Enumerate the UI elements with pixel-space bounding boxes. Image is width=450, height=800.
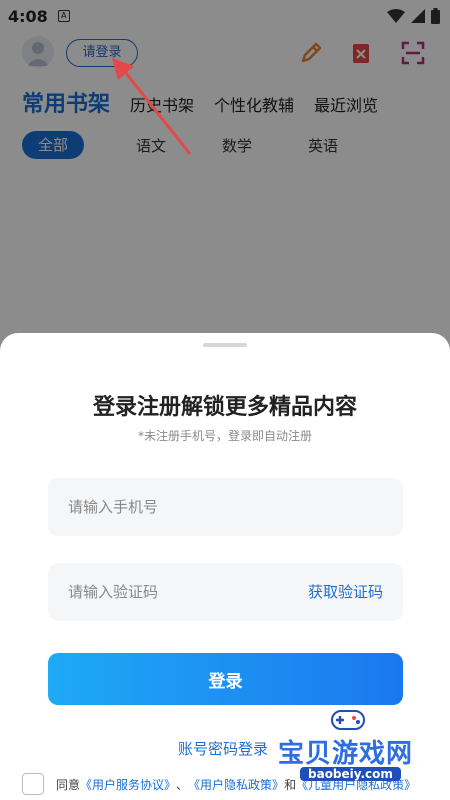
password-login-link[interactable]: 账号密码登录 [178,738,268,759]
watermark-url: baobeiy.com [300,767,401,781]
phone-input[interactable] [68,478,298,536]
verification-code-input[interactable] [68,563,298,621]
get-code-button[interactable]: 获取验证码 [308,563,383,621]
code-field-container: 获取验证码 [48,563,403,621]
user-service-agreement-link[interactable]: 《用户服务协议》 [80,776,176,793]
agree-checkbox[interactable] [22,773,44,795]
sheet-drag-handle[interactable] [203,343,247,347]
gamepad-icon [331,710,365,730]
privacy-policy-link[interactable]: 《用户隐私政策》 [188,776,284,793]
watermark: 宝贝游戏网 baobeiy.com [278,705,448,795]
agree-separator: 、 [176,777,189,792]
phone-field-container [48,478,403,536]
sheet-title: 登录注册解锁更多精品内容 [92,395,357,420]
agree-prefix: 同意 [56,777,81,792]
watermark-name: 宝贝游戏网 [278,739,414,769]
pointer-arrow-icon [112,58,192,155]
submit-login-button[interactable]: 登录 [48,653,403,705]
sheet-subtitle: *未注册手机号，登录即自动注册 [137,429,312,443]
